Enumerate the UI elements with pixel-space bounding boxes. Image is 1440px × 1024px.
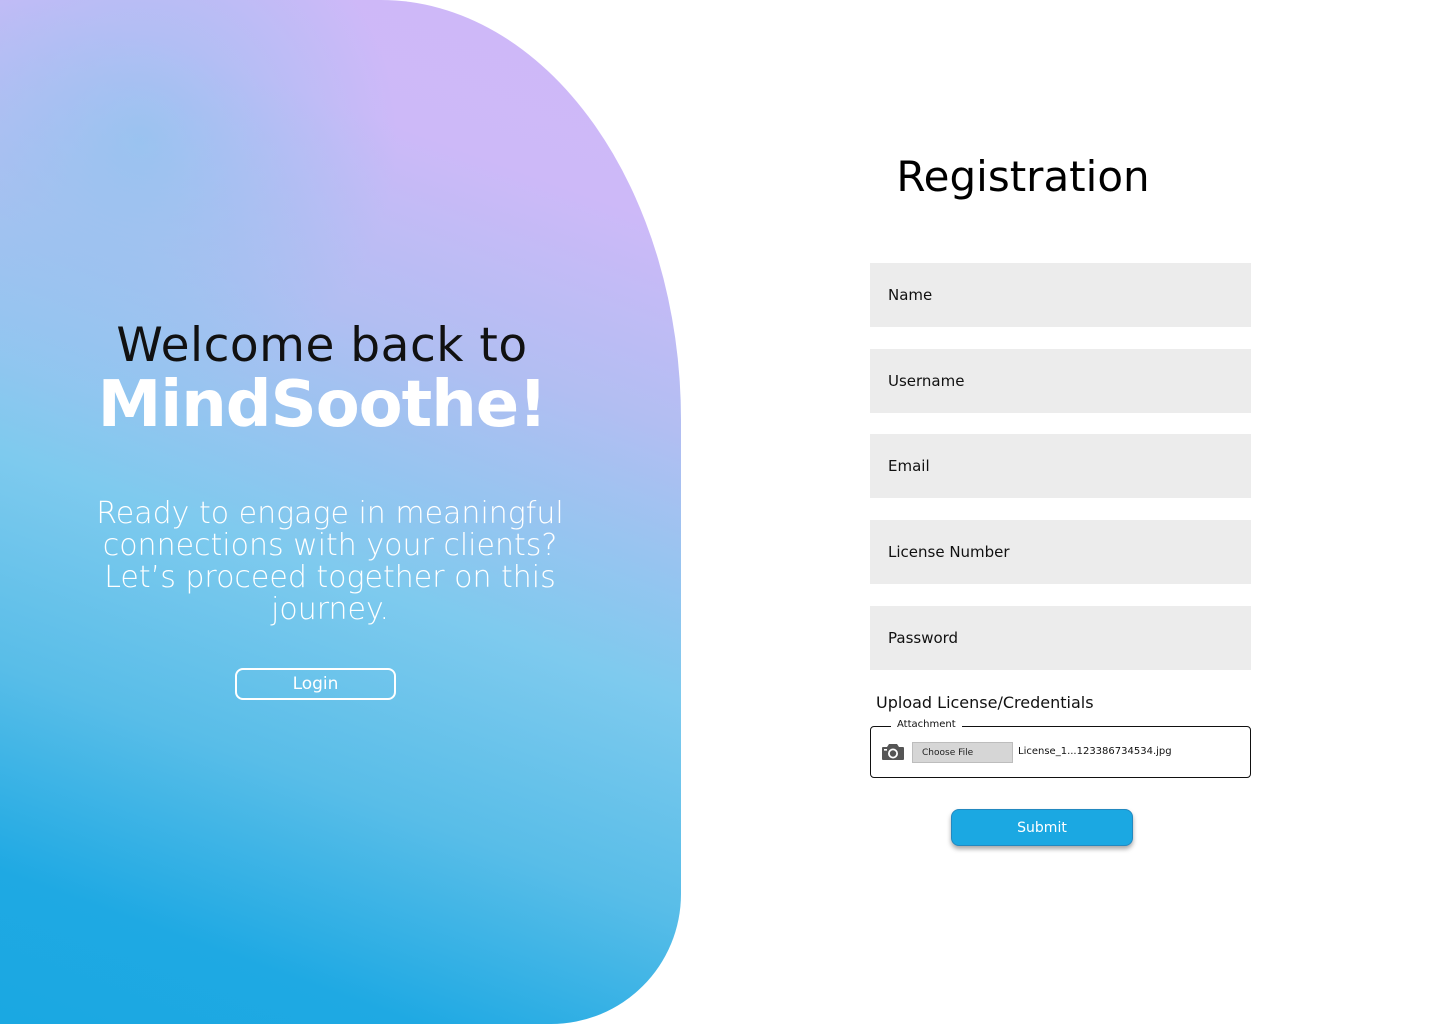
username-input[interactable] <box>886 371 1251 391</box>
license-number-input[interactable] <box>886 542 1251 562</box>
login-button[interactable]: Login <box>235 668 396 700</box>
password-input[interactable] <box>886 628 1251 648</box>
name-field[interactable] <box>870 263 1251 327</box>
choose-file-button[interactable]: Choose File <box>912 742 1013 763</box>
brand-name: MindSoothe! <box>97 368 548 442</box>
name-input[interactable] <box>886 285 1251 305</box>
welcome-message: Ready to engage in meaningful connection… <box>96 496 564 627</box>
selected-file-name: License_1...123386734534.jpg <box>1018 746 1172 757</box>
registration-page: Welcome back to MindSoothe! Ready to eng… <box>0 0 1440 1024</box>
email-input[interactable] <box>886 456 1251 476</box>
password-field[interactable] <box>870 606 1251 670</box>
submit-button[interactable]: Submit <box>951 809 1133 846</box>
license-number-field[interactable] <box>870 520 1251 584</box>
attachment-legend: Attachment <box>891 719 962 730</box>
camera-icon[interactable] <box>882 743 904 761</box>
welcome-heading: Welcome back to <box>116 318 528 373</box>
welcome-panel: Welcome back to MindSoothe! Ready to eng… <box>0 0 681 1024</box>
email-field[interactable] <box>870 434 1251 498</box>
username-field[interactable] <box>870 349 1251 413</box>
form-title: Registration <box>896 152 1150 201</box>
upload-label: Upload License/Credentials <box>876 693 1094 712</box>
attachment-box: Attachment Choose File License_1...12338… <box>870 719 1251 778</box>
